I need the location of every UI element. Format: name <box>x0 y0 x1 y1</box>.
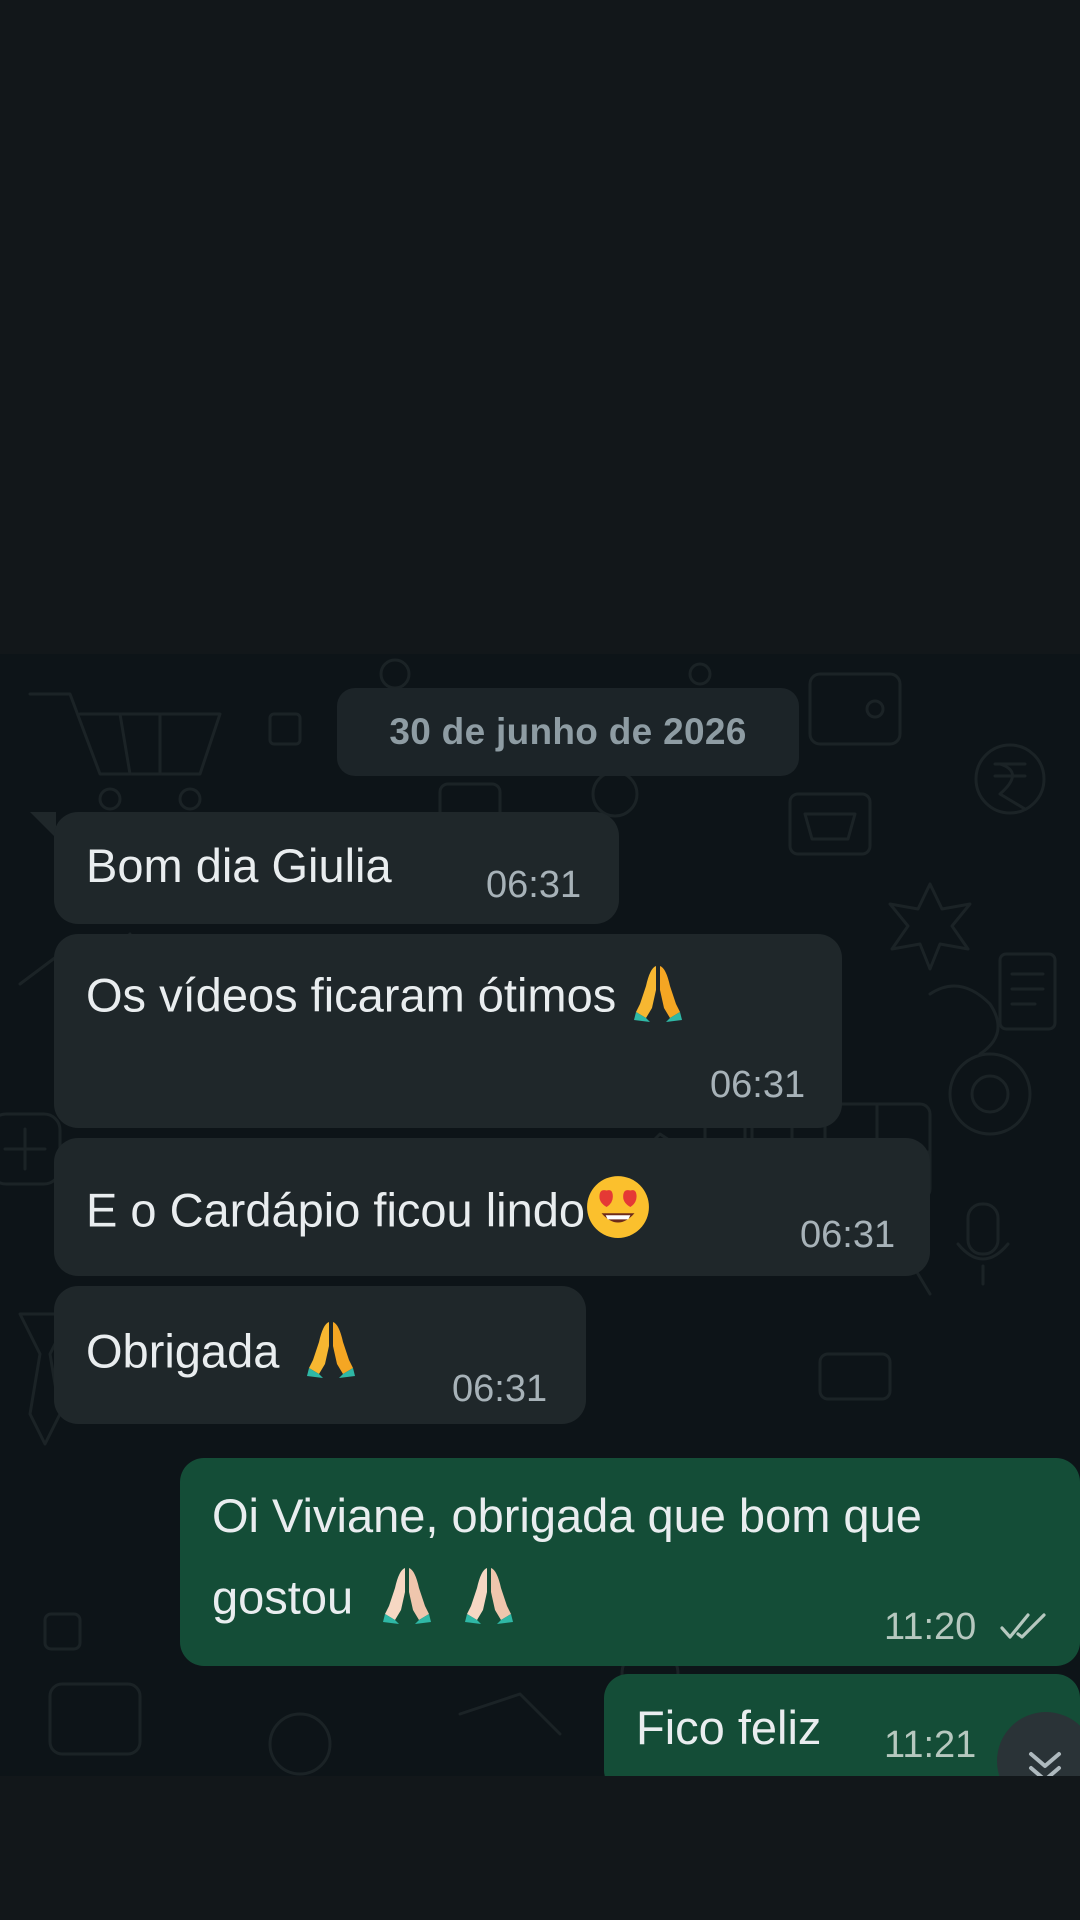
message-time: 06:31 <box>452 1368 548 1410</box>
message-text: Bom dia Giulia <box>86 839 392 892</box>
outgoing-message-bubble[interactable]: Oi Viviane, obrigada que bom que gostou … <box>180 1458 1080 1666</box>
date-separator-chip: 30 de junho de 2026 <box>337 688 799 776</box>
message-text: Obrigada <box>86 1316 363 1394</box>
incoming-message-bubble[interactable]: Bom dia Giulia 06:31 <box>54 812 619 924</box>
message-time: 06:31 <box>710 1064 806 1106</box>
message-text-content: Os vídeos ficaram ótimos <box>86 968 617 1022</box>
heart-eyes-emoji <box>585 1174 651 1254</box>
message-text: Fico feliz <box>636 1701 822 1754</box>
read-ticks-icon <box>1000 1610 1050 1647</box>
incoming-message-bubble[interactable]: Obrigada 06:31 <box>54 1286 586 1424</box>
message-time: 06:31 <box>800 1214 896 1256</box>
folded-hands-light-emoji <box>457 1562 521 1640</box>
double-chevron-down-icon <box>1025 1748 1065 1776</box>
empty-bottom-area <box>0 1776 1080 1920</box>
message-time: 11:20 <box>884 1606 977 1648</box>
message-text: Os vídeos ficaram ótimos <box>86 960 690 1038</box>
message-text-content: E o Cardápio ficou lindo <box>86 1183 586 1237</box>
message-text-line2: gostou <box>212 1562 521 1640</box>
date-separator-label: 30 de junho de 2026 <box>389 711 747 752</box>
message-time: 06:31 <box>486 864 582 906</box>
message-text: E o Cardápio ficou lindo <box>86 1174 651 1254</box>
folded-hands-emoji <box>299 1316 363 1394</box>
incoming-message-bubble[interactable]: Os vídeos ficaram ótimos 06:31 <box>54 934 842 1128</box>
message-text-content: Obrigada <box>86 1324 280 1378</box>
incoming-bubble-tail <box>30 812 56 838</box>
folded-hands-light-emoji <box>375 1562 439 1640</box>
chat-message-area[interactable]: 30 de junho de 2026 Bom dia Giulia 06:31… <box>0 654 1080 1776</box>
folded-hands-emoji <box>626 960 690 1038</box>
message-text-content: gostou <box>212 1570 354 1624</box>
empty-top-area <box>0 0 1080 654</box>
incoming-message-bubble[interactable]: E o Cardápio ficou lindo 06:31 <box>54 1138 930 1276</box>
message-text-line1: Oi Viviane, obrigada que bom que <box>212 1489 922 1542</box>
message-time: 11:21 <box>884 1724 977 1766</box>
